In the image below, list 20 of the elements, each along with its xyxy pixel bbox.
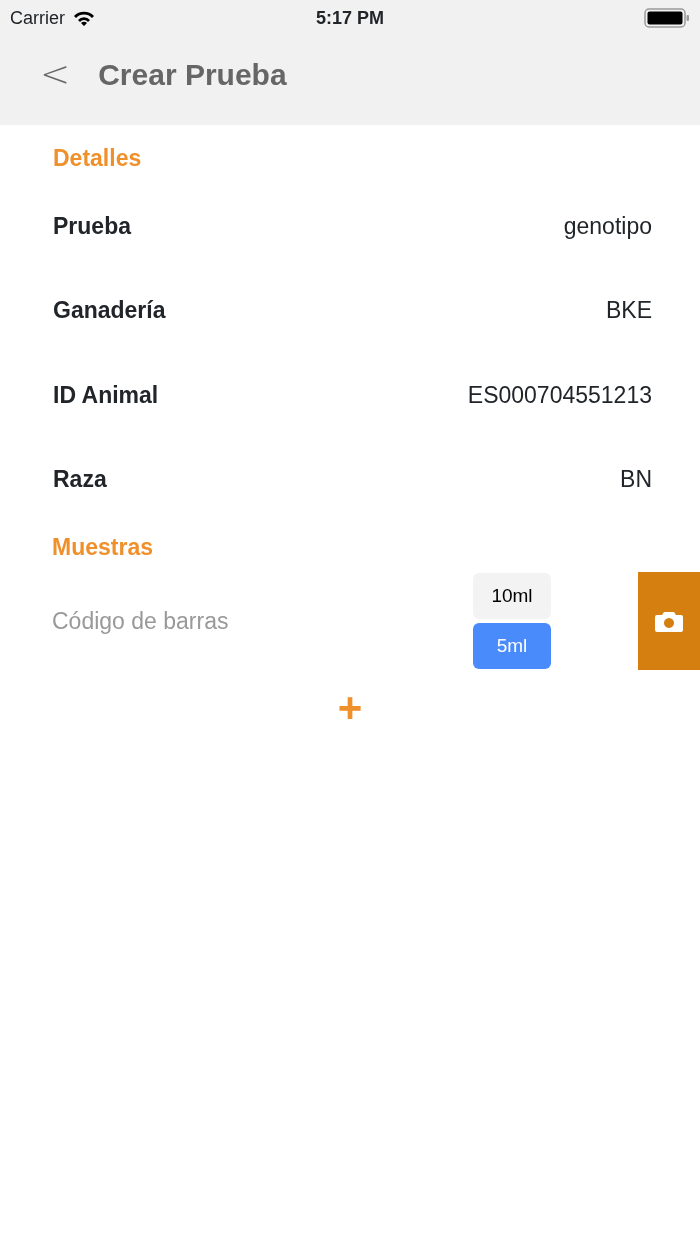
carrier-label: Carrier (10, 6, 65, 30)
field-label: Ganadería (53, 296, 166, 325)
field-label: Prueba (53, 211, 131, 241)
camera-button[interactable] (638, 572, 700, 670)
camera-icon (655, 610, 683, 632)
volume-option[interactable]: 5ml (473, 623, 551, 669)
field-value: ES000704551213 (467, 380, 652, 410)
field-label: ID Animal (53, 380, 159, 410)
clock-time: 5:17 PM (316, 6, 384, 30)
field-value: BN (620, 465, 652, 494)
field-label: Raza (53, 465, 107, 494)
battery-icon (644, 8, 690, 28)
screen-title: Crear Prueba (98, 56, 287, 93)
wifi-icon (73, 10, 95, 26)
volume-option[interactable]: 10ml (473, 573, 551, 619)
section-heading: Muestras (51, 532, 154, 562)
field-value: BKE (605, 296, 652, 325)
section-heading: Detalles (52, 144, 143, 173)
field-value: genotipo (563, 211, 652, 241)
back-button[interactable]: < (36, 56, 75, 92)
